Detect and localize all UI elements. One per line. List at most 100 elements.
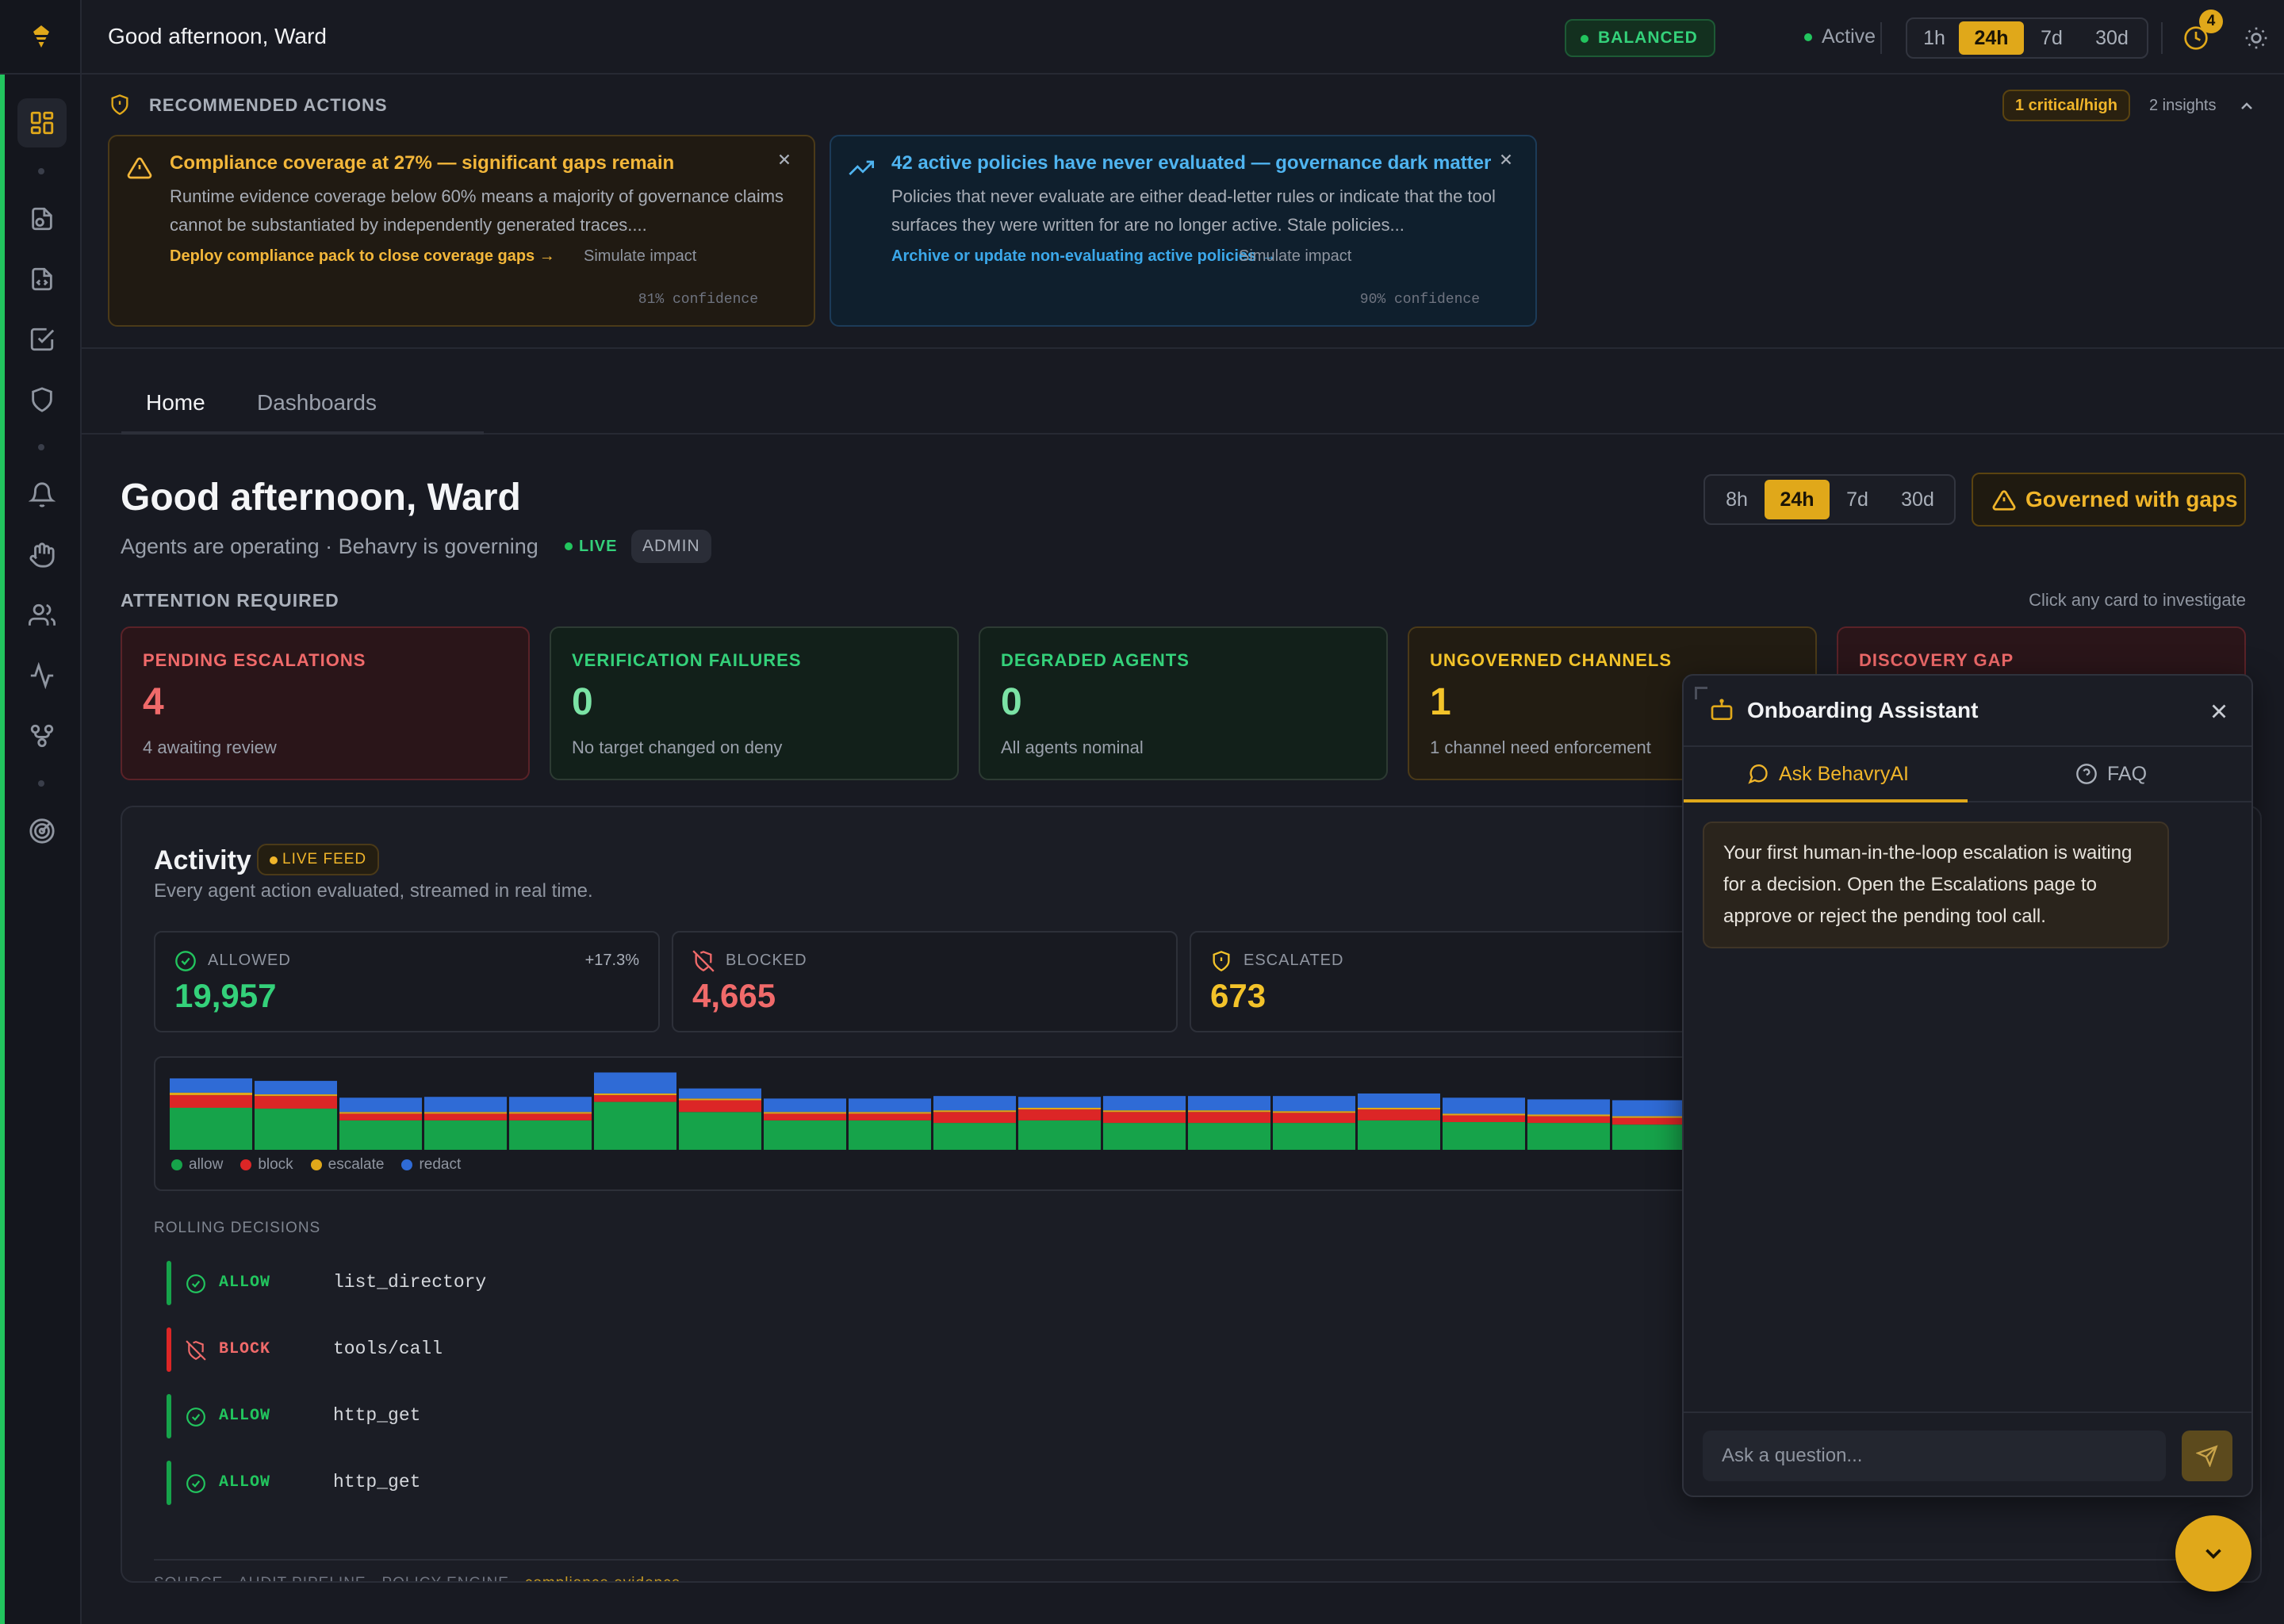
bar-segment-redact <box>1527 1099 1610 1115</box>
recommendation-description: Runtime evidence coverage below 60% mean… <box>170 186 784 235</box>
notification-count-badge: 4 <box>2199 10 2223 33</box>
nav-hand-icon[interactable] <box>17 530 67 580</box>
range-30d[interactable]: 30d <box>2079 21 2144 55</box>
assistant-header: Onboarding Assistant <box>1684 676 2251 747</box>
stat-label: ESCALATED <box>1244 952 1344 969</box>
range-24h[interactable]: 24h <box>1765 480 1830 519</box>
dismiss-close-icon[interactable] <box>1497 151 1515 168</box>
decision-verdict: BLOCK <box>219 1340 271 1358</box>
status-indicator: Active <box>1804 25 1876 48</box>
activity-footer-divider <box>154 1559 2248 1561</box>
stat-allowed[interactable]: ALLOWED 19,957 +17.3% <box>154 931 660 1032</box>
mode-badge[interactable]: BALANCED <box>1565 19 1715 57</box>
nav-activity-icon[interactable] <box>17 651 67 700</box>
tab-dashboards[interactable]: Dashboards <box>257 390 377 416</box>
bar-segment-escalate <box>424 1112 507 1114</box>
attention-card-value: 4 <box>143 681 164 723</box>
source-text: SOURCE · AUDIT PIPELINE · POLICY ENGINE … <box>154 1575 525 1581</box>
sidebar-divider <box>0 73 82 75</box>
nav-alerts-bell-icon[interactable] <box>17 470 67 519</box>
tab-ask-behavryai[interactable]: Ask BehavryAI <box>1747 763 1909 786</box>
legend-label: block <box>258 1156 293 1173</box>
decision-row-marker <box>167 1261 171 1305</box>
range-7d[interactable]: 7d <box>1830 480 1885 519</box>
topbar-greeting: Good afternoon, Ward <box>108 24 328 48</box>
close-icon[interactable] <box>2207 699 2231 723</box>
trending-up-icon <box>849 155 874 181</box>
nav-workflow-icon[interactable] <box>17 711 67 760</box>
bar-segment-redact <box>933 1096 1016 1111</box>
nav-policy-code-icon[interactable] <box>17 255 67 304</box>
brand-logo-icon[interactable] <box>24 19 59 54</box>
ask-question-input[interactable] <box>1703 1431 2166 1481</box>
nav-shield-icon[interactable] <box>17 375 67 424</box>
attention-card-verification[interactable]: VERIFICATION FAILURES 0 No target change… <box>550 626 959 780</box>
stat-label: BLOCKED <box>726 952 807 969</box>
shield-alert-icon <box>109 94 131 116</box>
home-range-selector: 8h 24h 7d 30d <box>1703 474 1956 525</box>
bar-segment-escalate <box>1188 1110 1270 1113</box>
simulate-impact-link[interactable]: Simulate impact <box>584 247 696 266</box>
confidence-label: 81% confidence <box>638 292 758 308</box>
attention-card-escalations[interactable]: PENDING ESCALATIONS 4 4 awaiting review <box>121 626 530 780</box>
assistant-tabs: Ask BehavryAI FAQ <box>1684 747 2251 802</box>
sidebar <box>0 0 82 1624</box>
governance-status-button[interactable]: Governed with gaps <box>1972 473 2246 527</box>
dismiss-close-icon[interactable] <box>776 151 793 168</box>
range-8h[interactable]: 8h <box>1709 480 1765 519</box>
range-24h[interactable]: 24h <box>1959 21 2024 55</box>
bar-segment-block <box>764 1113 846 1120</box>
range-30d[interactable]: 30d <box>1885 480 1950 519</box>
decision-row[interactable]: ALLOW http_get <box>167 1394 642 1438</box>
nav-radar-icon[interactable] <box>17 806 67 856</box>
decision-row[interactable]: ALLOW list_directory <box>167 1261 642 1305</box>
nav-checklist-icon[interactable] <box>17 315 67 364</box>
bar-segment-escalate <box>509 1112 592 1114</box>
send-button[interactable] <box>2182 1431 2232 1481</box>
live-indicator: LIVE <box>565 538 617 556</box>
help-circle-icon <box>2075 763 2098 785</box>
recommendation-title: 42 active policies have never evaluated … <box>891 152 1492 174</box>
stat-value: 673 <box>1210 977 1267 1014</box>
attention-card-label: DISCOVERY GAP <box>1859 650 2014 670</box>
decision-row[interactable]: BLOCK tools/call <box>167 1327 642 1372</box>
collapse-chevron-up-icon[interactable] <box>2237 97 2256 116</box>
check-circle-icon <box>186 1407 206 1427</box>
simulate-impact-link[interactable]: Simulate impact <box>1239 247 1351 266</box>
range-1h[interactable]: 1h <box>1910 21 1959 55</box>
source-highlight-link[interactable]: compliance evidence <box>525 1575 680 1581</box>
scroll-down-button[interactable] <box>2175 1515 2251 1591</box>
stat-value: 4,665 <box>692 977 776 1014</box>
bar-segment-block <box>1188 1112 1270 1124</box>
stat-label: ALLOWED <box>208 952 291 969</box>
topbar-divider <box>2161 22 2163 54</box>
nav-dashboard-icon[interactable] <box>17 98 67 147</box>
bar-segment-allow <box>594 1101 676 1150</box>
stat-blocked[interactable]: BLOCKED 4,665 <box>672 931 1178 1032</box>
active-tab-underline <box>1684 799 1968 802</box>
range-7d[interactable]: 7d <box>2024 21 2079 55</box>
tab-home[interactable]: Home <box>146 390 205 416</box>
theme-sun-icon[interactable] <box>2240 22 2272 54</box>
bar-segment-allow <box>1358 1120 1440 1150</box>
decision-verdict: ALLOW <box>219 1274 271 1292</box>
nav-group-dot <box>38 444 44 450</box>
decision-row[interactable]: ALLOW http_get <box>167 1461 642 1505</box>
tab-faq[interactable]: FAQ <box>2075 763 2147 786</box>
stat-escalated[interactable]: ESCALATED 673 <box>1190 931 1696 1032</box>
nav-users-icon[interactable] <box>17 591 67 640</box>
recommendation-action-link[interactable]: Deploy compliance pack to close coverage… <box>170 247 555 266</box>
attention-card-degraded-agents[interactable]: DEGRADED AGENTS 0 All agents nominal <box>979 626 1388 780</box>
decision-tool: tools/call <box>333 1339 443 1359</box>
bar-segment-escalate <box>1103 1110 1186 1113</box>
attention-card-label: DEGRADED AGENTS <box>1001 650 1190 670</box>
attention-card-label: VERIFICATION FAILURES <box>572 650 802 670</box>
bar-segment-escalate <box>679 1098 761 1101</box>
nav-audit-icon[interactable] <box>17 194 67 243</box>
bar-segment-redact <box>1018 1097 1101 1108</box>
bar-segment-allow <box>764 1120 846 1150</box>
shield-alert-icon <box>1210 950 1232 972</box>
recommendation-card[interactable]: Compliance coverage at 27% — significant… <box>108 135 815 327</box>
recommendation-action-link[interactable]: Archive or update non-evaluating active … <box>891 247 1277 266</box>
recommendation-card[interactable]: 42 active policies have never evaluated … <box>830 135 1537 327</box>
